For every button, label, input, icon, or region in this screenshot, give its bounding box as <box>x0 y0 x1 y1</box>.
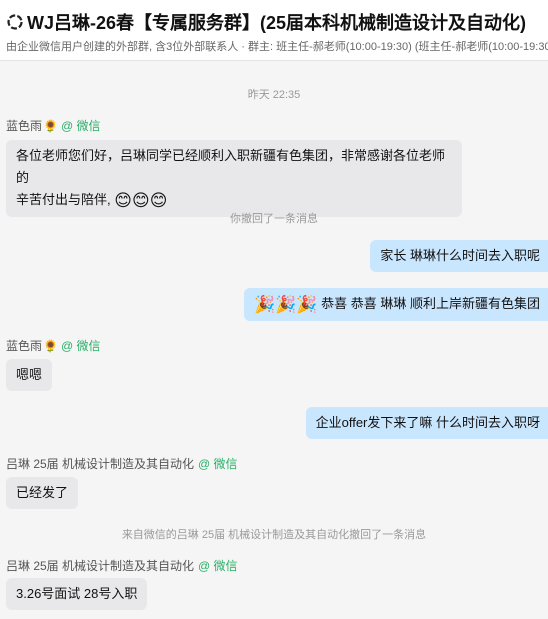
sender-label: 蓝色雨 🌻 @ 微信 <box>6 337 101 354</box>
message-text: 嗯嗯 <box>16 367 43 382</box>
group-ring-icon <box>7 14 23 30</box>
message-list[interactable]: 昨天 22:35 蓝色雨 🌻 @ 微信 各位老师您们好，吕琳同学已经顺利入职新疆… <box>0 61 548 619</box>
message-text: 3.26号面试 28号入职 <box>16 586 138 601</box>
message-text: 家长 琳琳什么时间去入职呢 <box>380 248 540 263</box>
sender-label: 吕琳 25届 机械设计制造及其自动化 @ 微信 <box>6 455 238 472</box>
timestamp: 昨天 22:35 <box>247 89 301 101</box>
message-text-line: 各位老师您们好，吕琳同学已经顺利入职新疆有色集团，非常感谢各位老师的 <box>16 148 446 185</box>
sender-name[interactable]: 吕琳 25届 机械设计制造及其自动化 <box>6 455 194 472</box>
sunflower-icon: 🌻 <box>43 338 58 353</box>
sender-name[interactable]: 蓝色雨 <box>6 337 42 354</box>
incoming-message[interactable]: 嗯嗯 <box>6 359 53 391</box>
sender-name[interactable]: 蓝色雨 <box>6 117 42 134</box>
outgoing-message[interactable]: 企业offer发下来了嘛 什么时间去入职呀 <box>305 407 548 439</box>
incoming-message[interactable]: 3.26号面试 28号入职 <box>6 578 148 610</box>
party-popper-icon: 🎉🎉🎉 <box>254 295 318 314</box>
smile-emoji-icon: 😊😊😊 <box>114 191 168 210</box>
wechat-badge: @ 微信 <box>198 559 238 573</box>
chat-title[interactable]: WJ吕琳-26春【专属服务群】(25届本科机械制造设计及自动化) <box>27 9 526 35</box>
incoming-message[interactable]: 已经发了 <box>6 477 79 509</box>
chat-header: WJ吕琳-26春【专属服务群】(25届本科机械制造设计及自动化) 由企业微信用户… <box>0 0 548 61</box>
wechat-badge: @ 微信 <box>60 119 101 133</box>
sender-label: 蓝色雨 🌻 @ 微信 <box>6 117 101 134</box>
message-text: 辛苦付出与陪伴, <box>16 192 111 207</box>
title-row: WJ吕琳-26春【专属服务群】(25届本科机械制造设计及自动化) <box>6 10 526 34</box>
outgoing-message[interactable]: 家长 琳琳什么时间去入职呢 <box>370 240 548 272</box>
message-text-line: 辛苦付出与陪伴, 😊😊😊 <box>16 189 452 212</box>
chat-subtitle: 由企业微信用户创建的外部群, 含3位外部联系人 · 群主: 班主任-郝老师(10… <box>6 41 548 53</box>
message-text: 已经发了 <box>16 485 69 500</box>
sender-label: 吕琳 25届 机械设计制造及其自动化 @ 微信 <box>6 557 238 574</box>
message-text: 恭喜 恭喜 琳琳 顺利上岸新疆有色集团 <box>321 296 540 311</box>
incoming-message[interactable]: 各位老师您们好，吕琳同学已经顺利入职新疆有色集团，非常感谢各位老师的 辛苦付出与… <box>6 140 462 217</box>
sender-name[interactable]: 吕琳 25届 机械设计制造及其自动化 <box>6 557 194 574</box>
wechat-badge: @ 微信 <box>198 457 238 471</box>
recall-notice: 来自微信的吕琳 25届 机械设计制造及其自动化撤回了一条消息 <box>121 529 427 541</box>
message-text: 企业offer发下来了嘛 什么时间去入职呀 <box>315 415 540 430</box>
wechat-badge: @ 微信 <box>60 339 101 353</box>
recall-notice: 你撤回了一条消息 <box>230 213 318 225</box>
outgoing-message[interactable]: 🎉🎉🎉 恭喜 恭喜 琳琳 顺利上岸新疆有色集团 <box>244 288 548 321</box>
sunflower-icon: 🌻 <box>43 118 58 133</box>
